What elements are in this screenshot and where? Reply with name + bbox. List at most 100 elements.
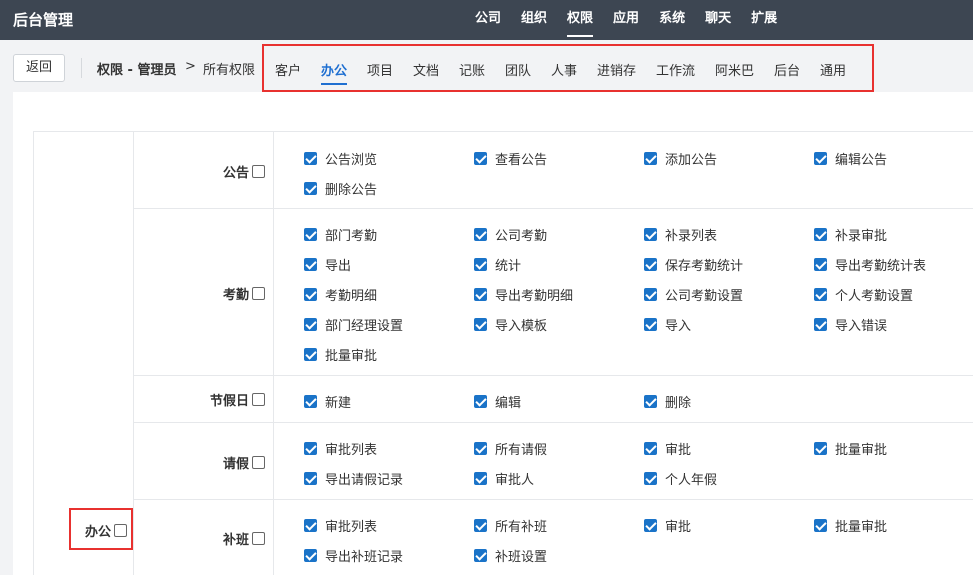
checkbox[interactable] [644, 258, 657, 271]
checkbox[interactable] [304, 395, 317, 408]
perm-item[interactable]: 删除 [644, 392, 691, 411]
checkbox[interactable] [814, 288, 827, 301]
checkbox[interactable] [304, 318, 317, 331]
perm-item[interactable]: 新建 [304, 392, 351, 411]
checkbox[interactable] [474, 288, 487, 301]
checkbox[interactable] [474, 228, 487, 241]
checkbox[interactable] [474, 472, 487, 485]
perm-item[interactable]: 补录列表 [644, 225, 717, 244]
checkbox[interactable] [814, 228, 827, 241]
perm-item[interactable]: 保存考勤统计 [644, 255, 743, 274]
topnav-organization[interactable]: 组织 [521, 0, 547, 40]
tab-accounting[interactable]: 记账 [459, 60, 485, 79]
topnav-system[interactable]: 系统 [659, 0, 685, 40]
checkbox[interactable] [474, 152, 487, 165]
checkbox[interactable] [644, 288, 657, 301]
topnav-company[interactable]: 公司 [475, 0, 501, 40]
tab-team[interactable]: 团队 [505, 60, 531, 79]
tab-backend[interactable]: 后台 [774, 60, 800, 79]
perm-item[interactable]: 审批 [644, 516, 691, 535]
breadcrumb-all-permissions[interactable]: 所有权限 [203, 59, 255, 78]
row-checkbox[interactable] [252, 393, 265, 406]
checkbox[interactable] [814, 442, 827, 455]
topnav-chat[interactable]: 聊天 [705, 0, 731, 40]
perm-item[interactable]: 所有请假 [474, 439, 547, 458]
row-checkbox[interactable] [252, 532, 265, 545]
perm-item[interactable]: 编辑 [474, 392, 521, 411]
perm-item[interactable]: 批量审批 [304, 345, 377, 364]
tab-inventory[interactable]: 进销存 [597, 60, 636, 79]
perm-item[interactable]: 导出考勤统计表 [814, 255, 926, 274]
perm-item[interactable]: 补录审批 [814, 225, 887, 244]
perm-item[interactable]: 导出 [304, 255, 351, 274]
checkbox[interactable] [814, 152, 827, 165]
row-checkbox[interactable] [252, 456, 265, 469]
perm-item[interactable]: 统计 [474, 255, 521, 274]
checkbox[interactable] [304, 549, 317, 562]
topnav-permission[interactable]: 权限 [567, 0, 594, 40]
checkbox[interactable] [474, 549, 487, 562]
perm-item[interactable]: 审批人 [474, 469, 534, 488]
checkbox[interactable] [304, 152, 317, 165]
perm-item[interactable]: 导入 [644, 315, 691, 334]
perm-item[interactable]: 所有补班 [474, 516, 547, 535]
perm-item[interactable]: 导入模板 [474, 315, 547, 334]
perm-item[interactable]: 导出考勤明细 [474, 285, 573, 304]
checkbox[interactable] [644, 472, 657, 485]
perm-item[interactable]: 删除公告 [304, 179, 377, 198]
tab-hr[interactable]: 人事 [551, 60, 577, 79]
checkbox[interactable] [304, 182, 317, 195]
perm-item[interactable]: 导入错误 [814, 315, 887, 334]
checkbox[interactable] [814, 318, 827, 331]
checkbox[interactable] [304, 442, 317, 455]
topnav-extension[interactable]: 扩展 [751, 0, 777, 40]
tab-document[interactable]: 文档 [413, 60, 439, 79]
checkbox[interactable] [474, 442, 487, 455]
perm-item[interactable]: 批量审批 [814, 439, 887, 458]
tab-project[interactable]: 项目 [367, 60, 393, 79]
checkbox[interactable] [304, 519, 317, 532]
tab-workflow[interactable]: 工作流 [656, 60, 695, 79]
perm-item[interactable]: 添加公告 [644, 149, 717, 168]
perm-item[interactable]: 查看公告 [474, 149, 547, 168]
checkbox[interactable] [644, 152, 657, 165]
checkbox[interactable] [304, 472, 317, 485]
group-checkbox[interactable] [114, 524, 128, 537]
perm-item[interactable]: 导出补班记录 [304, 546, 403, 565]
perm-item[interactable]: 公司考勤设置 [644, 285, 743, 304]
checkbox[interactable] [474, 395, 487, 408]
checkbox[interactable] [814, 519, 827, 532]
perm-item[interactable]: 审批列表 [304, 439, 377, 458]
perm-item[interactable]: 审批 [644, 439, 691, 458]
checkbox[interactable] [644, 442, 657, 455]
checkbox[interactable] [474, 258, 487, 271]
back-button[interactable]: 返回 [13, 54, 65, 82]
checkbox[interactable] [304, 258, 317, 271]
checkbox[interactable] [304, 348, 317, 361]
checkbox[interactable] [644, 519, 657, 532]
tab-customer[interactable]: 客户 [275, 60, 301, 79]
perm-item[interactable]: 部门考勤 [304, 225, 377, 244]
checkbox[interactable] [474, 519, 487, 532]
perm-item[interactable]: 公告浏览 [304, 149, 377, 168]
perm-item[interactable]: 个人考勤设置 [814, 285, 913, 304]
perm-item[interactable]: 补班设置 [474, 546, 547, 565]
checkbox[interactable] [644, 228, 657, 241]
perm-item[interactable]: 导出请假记录 [304, 469, 403, 488]
tab-amoeba[interactable]: 阿米巴 [715, 60, 754, 79]
checkbox[interactable] [474, 318, 487, 331]
row-checkbox[interactable] [252, 287, 265, 300]
perm-item[interactable]: 考勤明细 [304, 285, 377, 304]
tab-office[interactable]: 办公 [321, 60, 348, 85]
checkbox[interactable] [304, 228, 317, 241]
perm-item[interactable]: 批量审批 [814, 516, 887, 535]
checkbox[interactable] [644, 395, 657, 408]
perm-item[interactable]: 审批列表 [304, 516, 377, 535]
checkbox[interactable] [304, 288, 317, 301]
checkbox[interactable] [644, 318, 657, 331]
tab-general[interactable]: 通用 [820, 60, 846, 79]
perm-item[interactable]: 编辑公告 [814, 149, 887, 168]
perm-item[interactable]: 部门经理设置 [304, 315, 403, 334]
perm-item[interactable]: 个人年假 [644, 469, 717, 488]
checkbox[interactable] [814, 258, 827, 271]
